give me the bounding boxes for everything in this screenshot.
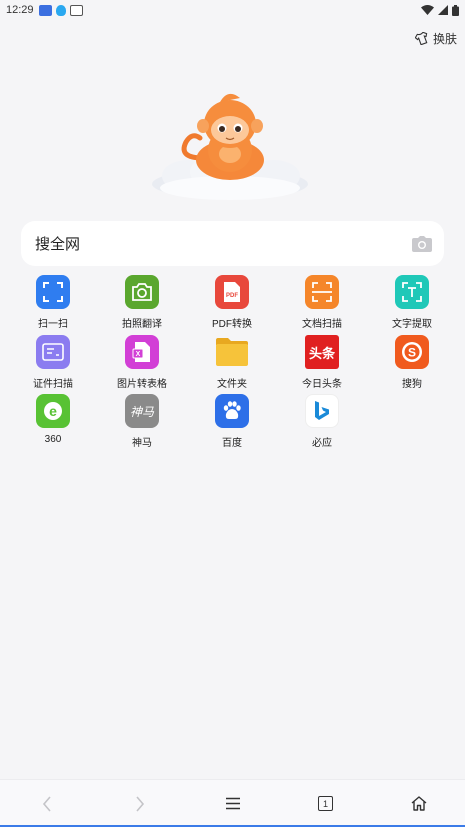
- tabs-button[interactable]: 1: [306, 784, 346, 824]
- toutiao-logo-text: 头条: [308, 345, 335, 361]
- 360-browser-logo-icon: e: [36, 394, 70, 428]
- qq-penguin-icon: [55, 4, 66, 16]
- signal-icon: [438, 5, 448, 15]
- status-time: 12:29: [6, 4, 34, 16]
- shortcut-label: PDF转换: [212, 319, 252, 330]
- back-arrow-icon: [42, 795, 51, 812]
- home-icon: [411, 796, 426, 811]
- pdf-convert-icon: PDF: [215, 275, 249, 309]
- menu-button[interactable]: [213, 784, 253, 824]
- shortcut-image-to-table[interactable]: X 图片转表格: [97, 335, 187, 390]
- svg-text:X: X: [136, 351, 141, 358]
- shortcut-label: 文字提取: [392, 319, 432, 330]
- toutiao-logo-icon: 头条: [305, 335, 339, 369]
- skin-label: 换肤: [432, 32, 457, 46]
- shortcut-scan[interactable]: 扫一扫: [8, 275, 98, 330]
- svg-text:e: e: [49, 403, 57, 419]
- shortcut-folder[interactable]: 文件夹: [187, 335, 277, 390]
- skin-button[interactable]: 换肤: [414, 30, 457, 47]
- bing-logo-icon: [305, 394, 339, 428]
- shortcut-label: 文件夹: [217, 379, 247, 390]
- shortcut-label: 图片转表格: [117, 379, 167, 390]
- shortcut-toutiao[interactable]: 头条 今日头条: [277, 335, 367, 390]
- forward-button[interactable]: [120, 784, 160, 824]
- image-to-table-icon: X: [125, 335, 159, 369]
- shortcut-shenma[interactable]: 神马 神马: [97, 394, 187, 449]
- svg-text:S: S: [408, 346, 416, 360]
- home-button[interactable]: [399, 784, 439, 824]
- scan-icon: [36, 275, 70, 309]
- text-extract-icon: [395, 275, 429, 309]
- baidu-paw-icon: [215, 394, 249, 428]
- shortcut-label: 扫一扫: [38, 319, 68, 330]
- shortcut-text-extract[interactable]: 文字提取: [367, 275, 457, 330]
- shortcut-bing[interactable]: 必应: [277, 394, 367, 449]
- app-badge-icon: [38, 4, 52, 16]
- photo-translate-icon: [125, 275, 159, 309]
- shortcut-360[interactable]: e 360: [8, 394, 98, 445]
- svg-text:PDF: PDF: [226, 293, 238, 299]
- shortcut-sogou[interactable]: S 搜狗: [367, 335, 457, 390]
- shortcut-photo-translate[interactable]: 拍照翻译: [97, 275, 187, 330]
- shenma-logo-text: 神马: [129, 404, 154, 419]
- shortcut-id-scan[interactable]: 证件扫描: [8, 335, 98, 390]
- forward-arrow-icon: [135, 795, 144, 812]
- bottom-navigation: 1: [0, 779, 465, 827]
- search-bar[interactable]: 搜全网: [21, 221, 444, 266]
- shortcut-label: 今日头条: [302, 379, 342, 390]
- tabs-count: 1: [322, 798, 328, 809]
- camera-icon[interactable]: [412, 235, 432, 252]
- shortcut-baidu[interactable]: 百度: [187, 394, 277, 449]
- monkey-mascot-image: [152, 93, 308, 200]
- battery-icon: [452, 4, 459, 16]
- sd-card-icon: [69, 4, 83, 16]
- shenma-logo-icon: 神马: [125, 394, 159, 428]
- status-indicators: [421, 4, 459, 16]
- shortcut-label: 必应: [312, 438, 332, 449]
- status-bar: 12:29: [0, 0, 465, 20]
- shortcut-doc-scan[interactable]: 文档扫描: [277, 275, 367, 330]
- sogou-logo-icon: S: [395, 335, 429, 369]
- doc-scan-icon: [305, 275, 339, 309]
- shortcut-label: 拍照翻译: [122, 319, 162, 330]
- shortcut-pdf-convert[interactable]: PDF PDF转换: [187, 275, 277, 330]
- shortcut-label: 文档扫描: [302, 319, 342, 330]
- back-button[interactable]: [27, 784, 67, 824]
- search-placeholder: 搜全网: [35, 236, 81, 253]
- shortcut-label: 百度: [222, 438, 242, 449]
- tabs-count-box: 1: [318, 796, 333, 811]
- menu-icon: [225, 797, 240, 810]
- shortcut-label: 搜狗: [402, 379, 422, 390]
- id-scan-icon: [36, 335, 70, 369]
- tshirt-icon: [414, 32, 428, 45]
- wifi-icon: [421, 5, 434, 15]
- folder-icon: [215, 335, 249, 369]
- shortcut-label: 360: [44, 434, 62, 445]
- shortcut-label: 神马: [132, 438, 152, 449]
- shortcut-label: 证件扫描: [33, 379, 73, 390]
